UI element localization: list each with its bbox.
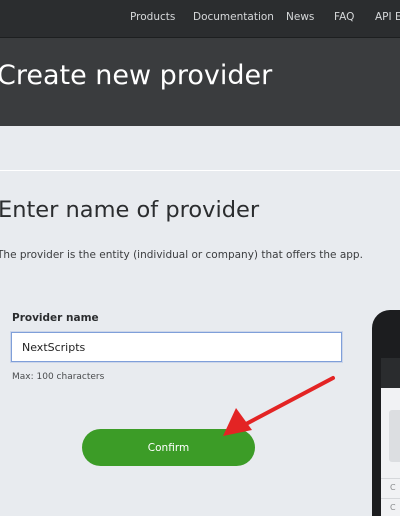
phone-preview-card bbox=[389, 410, 400, 462]
nav-api[interactable]: API Ex bbox=[375, 11, 400, 23]
phone-preview-row: C bbox=[381, 498, 400, 516]
provider-name-hint: Max: 100 characters bbox=[12, 372, 105, 382]
nav-news[interactable]: News bbox=[286, 11, 314, 23]
provider-name-label: Provider name bbox=[12, 312, 99, 324]
section-divider bbox=[0, 170, 400, 171]
page-header: Create new provider bbox=[0, 38, 400, 126]
phone-preview-appbar bbox=[381, 358, 400, 388]
confirm-button[interactable]: Confirm bbox=[82, 429, 255, 466]
page-title: Create new provider bbox=[0, 60, 273, 91]
section-title: Enter name of provider bbox=[0, 197, 260, 223]
nav-documentation[interactable]: Documentation bbox=[193, 11, 274, 23]
section-description: The provider is the entity (individual o… bbox=[0, 249, 363, 261]
top-navigation: Products Documentation News FAQ API Ex bbox=[0, 0, 400, 38]
provider-name-input[interactable] bbox=[11, 332, 342, 362]
nav-products[interactable]: Products bbox=[130, 11, 175, 23]
phone-preview-row: C bbox=[381, 478, 400, 498]
nav-faq[interactable]: FAQ bbox=[334, 11, 354, 23]
